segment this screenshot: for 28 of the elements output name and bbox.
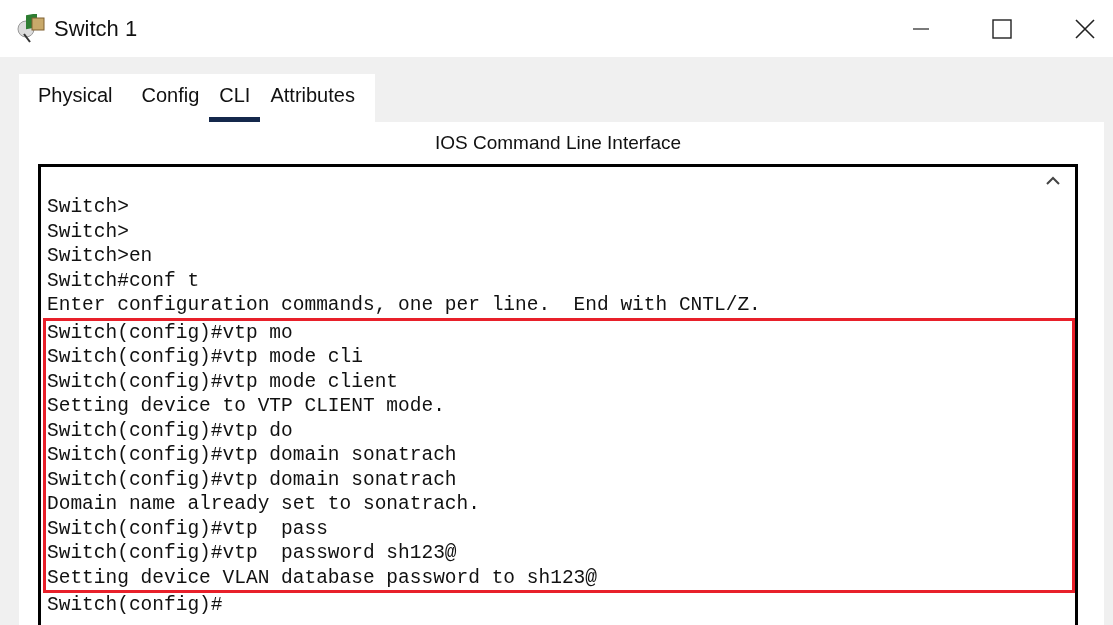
maximize-icon[interactable] [992, 18, 1012, 39]
terminal-line: Switch(config)# [47, 593, 224, 618]
terminal-line: Setting device VLAN database password to sh123@ [47, 565, 598, 590]
switch-icon [16, 13, 46, 44]
terminal-line: Switch#conf t [47, 268, 201, 293]
terminal[interactable] [38, 164, 1078, 625]
terminal-line: Switch(config)#vtp password sh123@ [47, 541, 458, 566]
terminal-line: Domain name already set to sonatrach. [47, 492, 481, 517]
window-title: Switch 1 [54, 15, 138, 42]
terminal-line: Switch> [47, 219, 130, 244]
panel-title: IOS Command Line Interface [433, 131, 683, 155]
terminal-line: Switch>en [47, 244, 154, 269]
terminal-line: Enter configuration commands, one per line. End with CNTL/Z. [47, 293, 762, 318]
close-icon[interactable] [1075, 18, 1095, 39]
terminal-line: Switch(config)#vtp do [47, 418, 294, 443]
terminal-line: Switch> [47, 195, 130, 220]
terminal-line: Switch(config)#vtp domain sonatrach [47, 443, 458, 468]
tab[interactable]: Config [131, 74, 210, 122]
terminal-line: Switch(config)#vtp domain sonatrach [47, 467, 458, 492]
terminal-line: Setting device to VTP CLIENT mode. [47, 394, 446, 419]
tab[interactable]: Physical [19, 74, 132, 122]
terminal-line: Switch(config)#vtp mode cli [47, 345, 364, 370]
terminal-line: Switch(config)#vtp mo [47, 320, 294, 345]
scroll-up-icon[interactable] [1046, 176, 1060, 185]
terminal-line: Switch(config)#vtp mode client [47, 369, 400, 394]
terminal-line: Switch(config)#vtp pass [47, 516, 329, 541]
tab[interactable]: CLI [209, 74, 261, 122]
tab[interactable]: Attributes [260, 74, 375, 122]
